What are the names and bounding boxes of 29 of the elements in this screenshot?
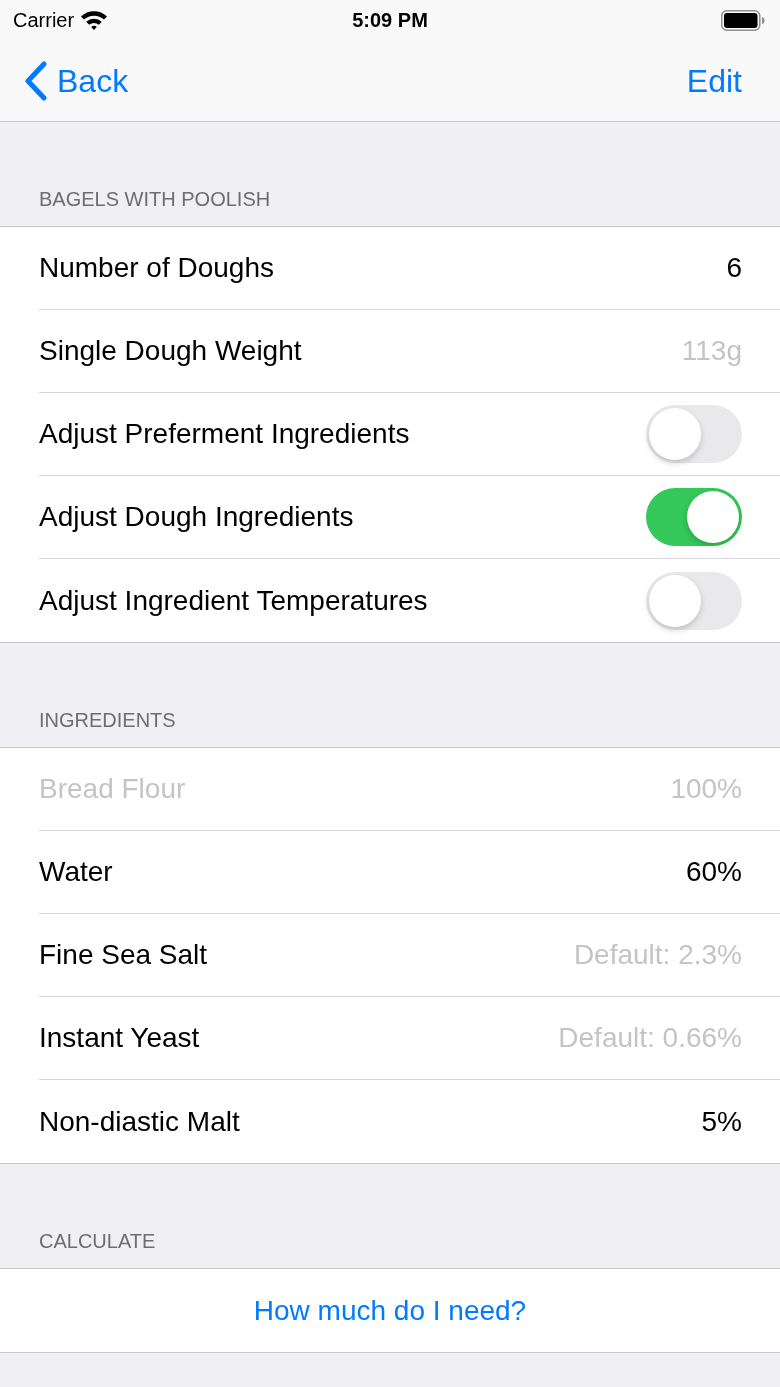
row-label: Single Dough Weight	[39, 334, 302, 368]
row-label: Adjust Dough Ingredients	[39, 500, 354, 534]
row-label: Adjust Preferment Ingredients	[39, 417, 410, 451]
row-label: Adjust Ingredient Temperatures	[39, 583, 428, 618]
row-label: Instant Yeast	[39, 1021, 200, 1055]
edit-button[interactable]: Edit	[686, 60, 742, 101]
row-label: Number of Doughs	[39, 251, 274, 285]
row-label: Water	[39, 855, 113, 889]
back-chevron-icon	[24, 60, 48, 101]
toggle-switch[interactable]	[646, 405, 742, 463]
section-header: BAGELS WITH POOLISH	[39, 187, 271, 211]
value-field[interactable]: Default: 2.3%	[573, 938, 742, 972]
carrier-label: Carrier	[13, 8, 75, 32]
battery-icon	[721, 9, 765, 31]
row-label: Non-diastic Malt	[39, 1104, 240, 1139]
value-field[interactable]: 60%	[685, 855, 742, 889]
section-header: CALCULATE	[39, 1229, 156, 1253]
value-field[interactable]: 113g	[681, 334, 742, 368]
row-label: Fine Sea Salt	[39, 938, 208, 972]
status-time: 5:09 PM	[352, 8, 428, 32]
toggle-switch[interactable]	[646, 488, 742, 546]
value-field[interactable]: Default: 0.66%	[558, 1021, 742, 1055]
toggle-switch[interactable]	[646, 571, 742, 630]
value-field[interactable]: 6	[722, 251, 742, 285]
row-label: Bread Flour	[39, 772, 186, 806]
wifi-icon	[80, 10, 109, 30]
section-header: INGREDIENTS	[39, 708, 176, 732]
value-field[interactable]: 5%	[701, 1104, 742, 1139]
back-button[interactable]: Back	[24, 60, 129, 101]
